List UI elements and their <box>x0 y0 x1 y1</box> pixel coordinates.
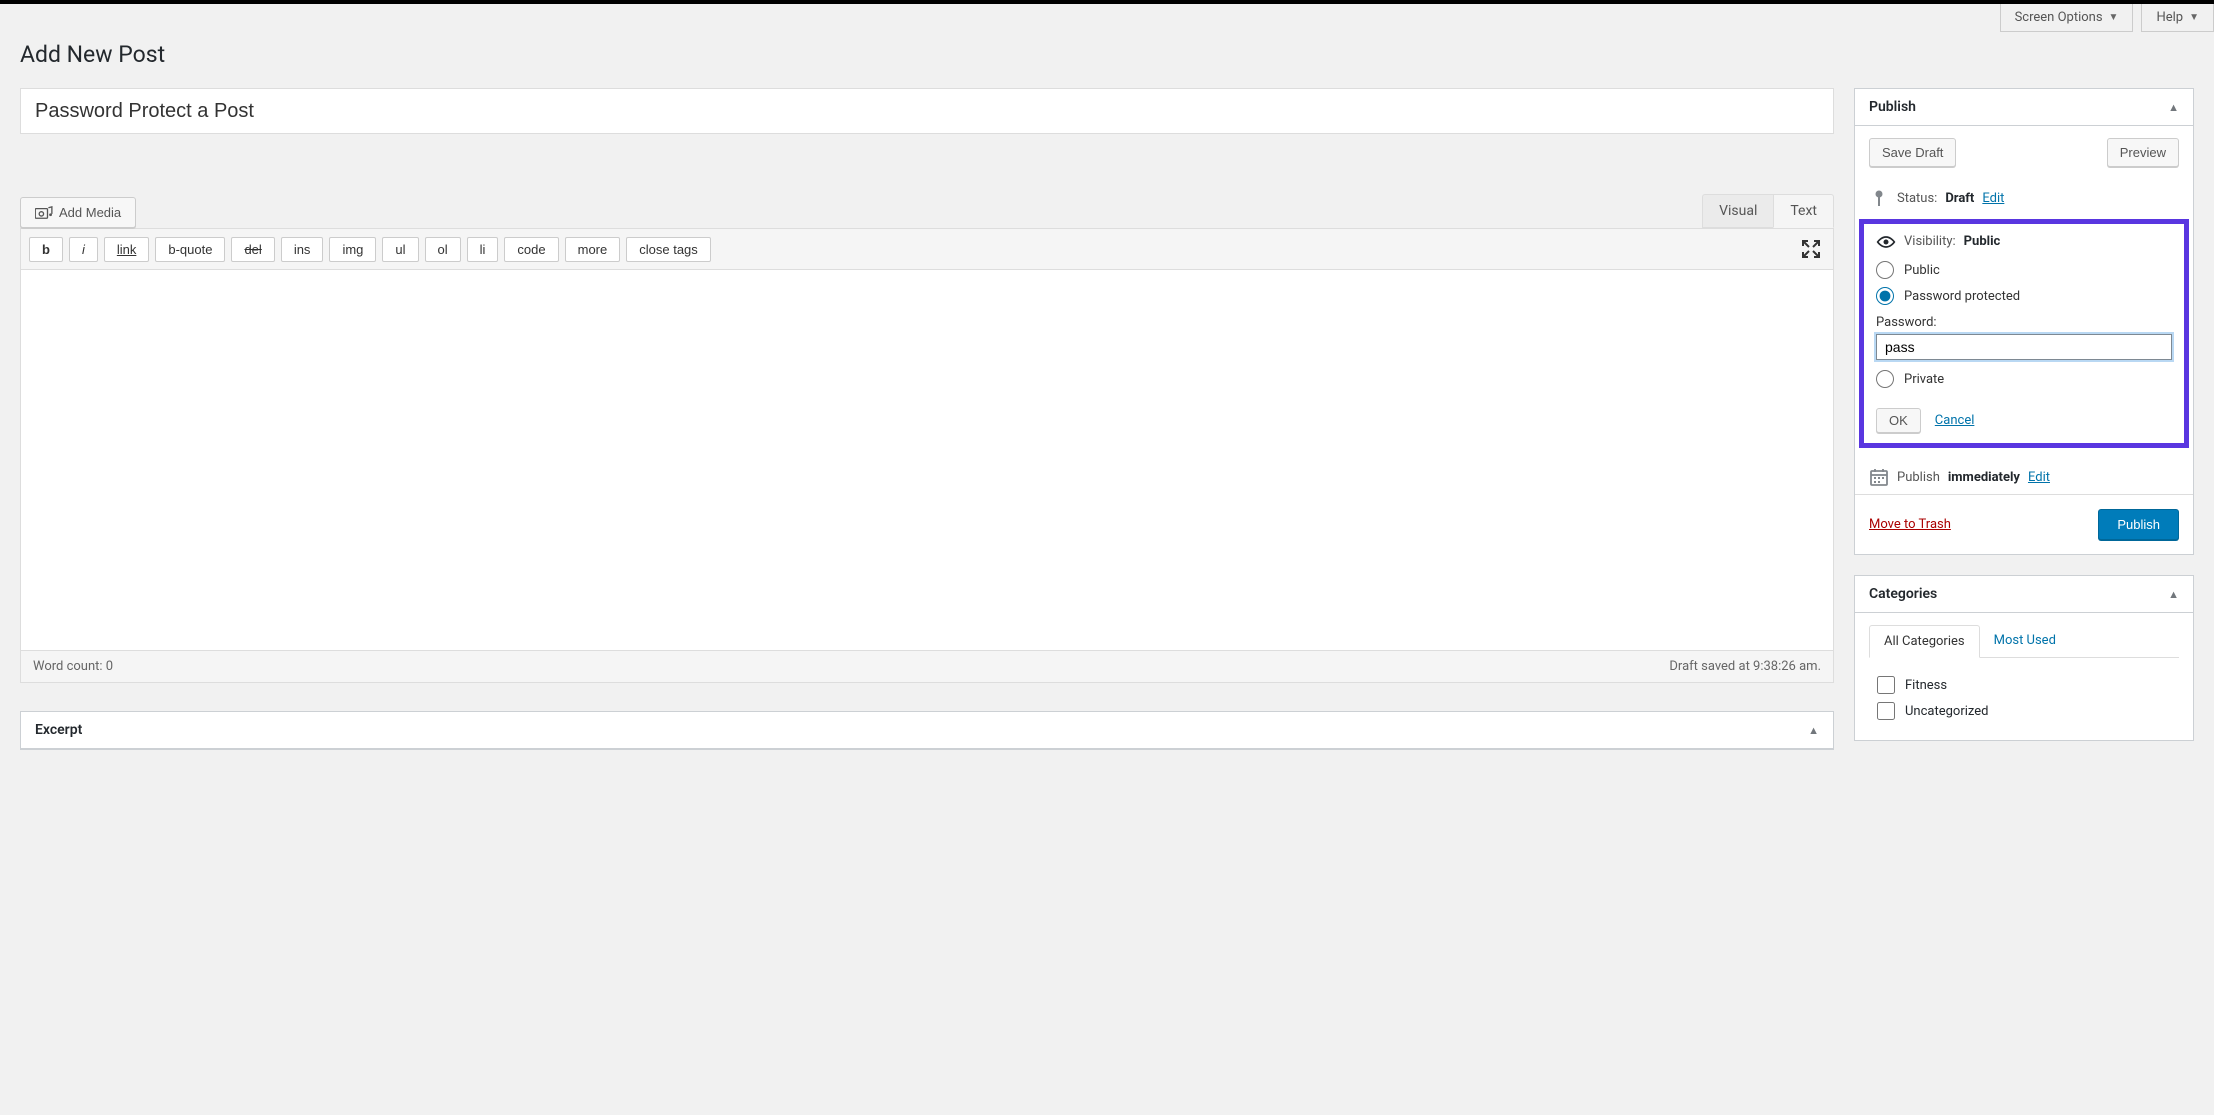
draft-saved-status: Draft saved at 9:38:26 am. <box>1669 659 1821 674</box>
categories-title: Categories <box>1869 586 1937 602</box>
category-item: Uncategorized <box>1877 698 2171 724</box>
visibility-cancel-link[interactable]: Cancel <box>1935 413 1975 428</box>
status-value: Draft <box>1945 191 1974 206</box>
triangle-down-icon: ▼ <box>2189 12 2199 23</box>
category-item: Fitness <box>1877 672 2171 698</box>
help-button[interactable]: Help ▼ <box>2141 4 2214 32</box>
edit-status-link[interactable]: Edit <box>1982 191 2004 206</box>
quicktag-ol[interactable]: ol <box>425 237 461 262</box>
editor-container: b i link b-quote del ins img ul ol li co… <box>20 228 1834 683</box>
calendar-icon <box>1869 468 1889 486</box>
quicktag-img[interactable]: img <box>329 237 376 262</box>
quicktag-code[interactable]: code <box>504 237 558 262</box>
edit-publish-date-link[interactable]: Edit <box>2028 470 2050 485</box>
move-to-trash-link[interactable]: Move to Trash <box>1869 517 1951 532</box>
tab-visual[interactable]: Visual <box>1702 194 1773 228</box>
tab-text[interactable]: Text <box>1773 194 1834 228</box>
visibility-radio-password[interactable] <box>1876 287 1894 305</box>
visibility-label: Visibility: <box>1904 234 1956 249</box>
visibility-label-private[interactable]: Private <box>1904 372 1944 387</box>
quicktag-more[interactable]: more <box>565 237 621 262</box>
post-title-input[interactable] <box>20 88 1834 134</box>
category-checkbox-uncategorized[interactable] <box>1877 702 1895 720</box>
category-label[interactable]: Fitness <box>1905 678 1947 693</box>
triangle-down-icon: ▼ <box>2109 12 2119 23</box>
password-label: Password: <box>1876 309 2172 334</box>
publish-panel-header[interactable]: Publish ▲ <box>1855 89 2193 126</box>
page-title: Add New Post <box>20 32 2194 88</box>
category-checkbox-fitness[interactable] <box>1877 676 1895 694</box>
password-input[interactable] <box>1876 334 2172 360</box>
triangle-up-icon: ▲ <box>2168 588 2179 601</box>
category-label[interactable]: Uncategorized <box>1905 704 1988 719</box>
preview-button[interactable]: Preview <box>2107 138 2179 167</box>
publish-immediately: immediately <box>1948 470 2020 485</box>
quicktag-li[interactable]: li <box>467 237 499 262</box>
add-media-button[interactable]: Add Media <box>20 197 136 228</box>
excerpt-title: Excerpt <box>35 722 82 738</box>
status-label: Status: <box>1897 191 1937 206</box>
screen-options-button[interactable]: Screen Options ▼ <box>2000 4 2134 32</box>
publish-button[interactable]: Publish <box>2098 509 2179 540</box>
tab-all-categories[interactable]: All Categories <box>1869 625 1980 658</box>
publish-label: Publish <box>1897 470 1940 485</box>
quicktag-italic[interactable]: i <box>69 237 98 262</box>
screen-options-label: Screen Options <box>2015 10 2103 25</box>
quicktag-close-tags[interactable]: close tags <box>626 237 711 262</box>
visibility-radio-private[interactable] <box>1876 370 1894 388</box>
save-draft-button[interactable]: Save Draft <box>1869 138 1956 167</box>
visibility-ok-button[interactable]: OK <box>1876 408 1921 433</box>
eye-icon <box>1876 235 1896 249</box>
quicktag-bold[interactable]: b <box>29 237 63 262</box>
help-label: Help <box>2156 10 2183 25</box>
add-media-label: Add Media <box>59 205 121 220</box>
fullscreen-icon[interactable] <box>1797 235 1825 263</box>
pin-icon <box>1869 189 1889 207</box>
publish-title: Publish <box>1869 99 1916 115</box>
editor-textarea[interactable] <box>21 270 1833 650</box>
visibility-radio-public[interactable] <box>1876 261 1894 279</box>
quicktag-bquote[interactable]: b-quote <box>155 237 225 262</box>
visibility-label-public[interactable]: Public <box>1904 263 1940 278</box>
quicktag-link[interactable]: link <box>104 237 150 262</box>
excerpt-panel-header[interactable]: Excerpt ▲ <box>21 712 1833 749</box>
visibility-label-password[interactable]: Password protected <box>1904 289 2020 304</box>
visibility-section-highlight: Visibility: Public Public Password prote… <box>1859 219 2189 448</box>
triangle-up-icon: ▲ <box>2168 101 2179 114</box>
quicktag-del[interactable]: del <box>231 237 274 262</box>
categories-panel-header[interactable]: Categories ▲ <box>1855 576 2193 613</box>
visibility-value: Public <box>1964 234 2001 249</box>
quicktag-ul[interactable]: ul <box>382 237 418 262</box>
tab-most-used[interactable]: Most Used <box>1980 625 2070 657</box>
triangle-up-icon: ▲ <box>1808 724 1819 737</box>
quicktag-ins[interactable]: ins <box>281 237 324 262</box>
word-count: Word count: 0 <box>33 659 113 674</box>
camera-music-icon <box>35 206 53 220</box>
